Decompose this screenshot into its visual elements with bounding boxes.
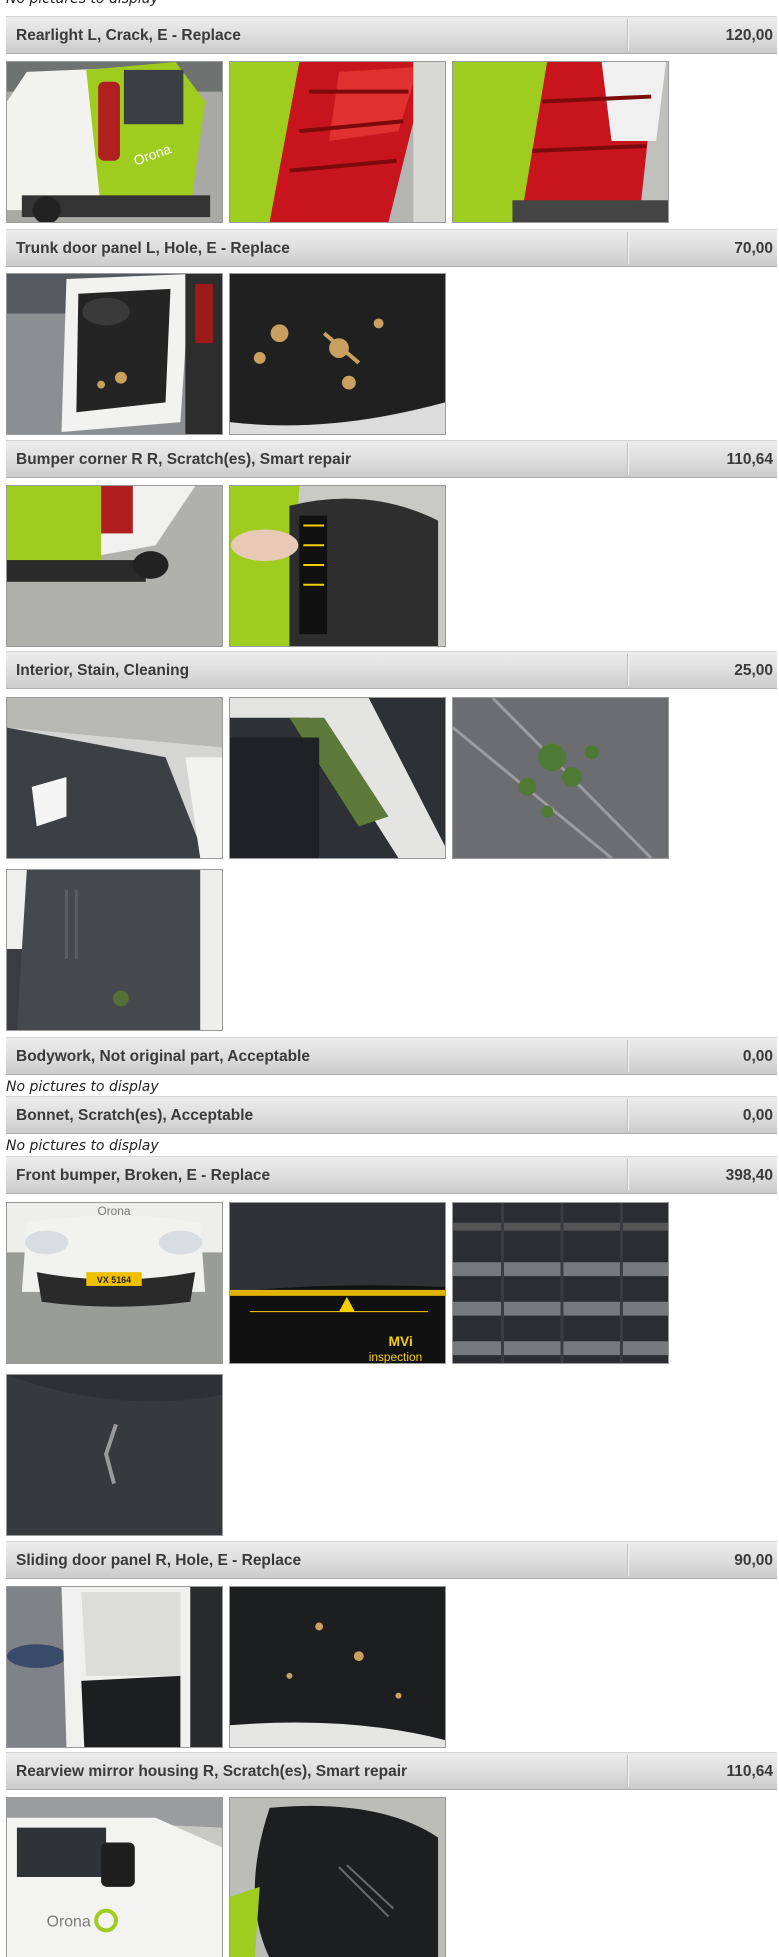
damage-title: Rearview mirror housing R, Scratch(es), …: [16, 1763, 408, 1780]
damage-photo[interactable]: [452, 61, 669, 223]
damage-title: Bumper corner R R, Scratch(es), Smart re…: [16, 451, 352, 468]
damage-photo[interactable]: [452, 697, 669, 859]
damage-title: Interior, Stain, Cleaning: [16, 662, 190, 679]
damage-title: Bodywork, Not original part, Acceptable: [16, 1048, 310, 1065]
no-pictures-note: No pictures to display: [6, 1079, 159, 1095]
damage-row-header[interactable]: Bumper corner R R, Scratch(es), Smart re…: [6, 440, 777, 478]
damage-photo[interactable]: MVi inspection: [229, 1202, 446, 1364]
column-separator: [627, 232, 629, 264]
column-separator: [627, 1159, 629, 1191]
column-separator: [627, 1544, 629, 1576]
damage-amount: 120,00: [725, 27, 773, 44]
damage-title: Bonnet, Scratch(es), Acceptable: [16, 1107, 254, 1124]
damage-row-header[interactable]: Trunk door panel L, Hole, E - Replace 70…: [6, 229, 777, 267]
damage-photo[interactable]: [229, 1586, 446, 1748]
damage-photo[interactable]: Orona: [6, 1797, 223, 1957]
damage-photo[interactable]: [6, 485, 223, 647]
damage-photo[interactable]: [229, 61, 446, 223]
damage-title: Rearlight L, Crack, E - Replace: [16, 27, 241, 44]
damage-photo[interactable]: [229, 1797, 446, 1957]
damage-photo[interactable]: [6, 1586, 223, 1748]
damage-amount: 70,00: [734, 240, 773, 257]
column-separator: [627, 1099, 629, 1131]
van-logo-text: Orona: [97, 1204, 130, 1218]
column-separator: [627, 443, 629, 475]
damage-photo[interactable]: Orona: [6, 61, 223, 223]
damage-row-header[interactable]: Bonnet, Scratch(es), Acceptable 0,00: [6, 1096, 777, 1134]
tape-brand-text: MVi: [389, 1333, 413, 1349]
damage-row-header[interactable]: Front bumper, Broken, E - Replace 398,40: [6, 1156, 777, 1194]
damage-photo[interactable]: [229, 485, 446, 647]
damage-title: Sliding door panel R, Hole, E - Replace: [16, 1552, 302, 1569]
van-logo-text: Orona: [47, 1913, 91, 1930]
column-separator: [627, 654, 629, 686]
no-pictures-note: No pictures to display: [6, 0, 159, 7]
damage-amount: 398,40: [725, 1167, 773, 1184]
column-separator: [627, 19, 629, 51]
damage-photo[interactable]: [6, 1374, 223, 1536]
damage-row-header[interactable]: Sliding door panel R, Hole, E - Replace …: [6, 1541, 777, 1579]
license-plate-text: VX 5164: [97, 1275, 131, 1285]
column-separator: [627, 1040, 629, 1072]
damage-row-header[interactable]: Rearview mirror housing R, Scratch(es), …: [6, 1752, 777, 1790]
damage-title: Front bumper, Broken, E - Replace: [16, 1167, 271, 1184]
damage-row-header[interactable]: Bodywork, Not original part, Acceptable …: [6, 1037, 777, 1075]
damage-amount: 90,00: [734, 1552, 773, 1569]
no-pictures-note: No pictures to display: [6, 1138, 159, 1154]
damage-photo[interactable]: [6, 273, 223, 435]
damage-title: Trunk door panel L, Hole, E - Replace: [16, 240, 290, 257]
damage-amount: 0,00: [742, 1107, 773, 1124]
damage-photo[interactable]: [6, 697, 223, 859]
damage-photo[interactable]: VX 5164 Orona: [6, 1202, 223, 1364]
damage-photo[interactable]: [229, 697, 446, 859]
damage-photo[interactable]: [6, 869, 223, 1031]
damage-photo[interactable]: [452, 1202, 669, 1364]
damage-amount: 110,64: [726, 451, 773, 468]
damage-amount: 0,00: [742, 1048, 773, 1065]
tape-caption-text: inspection: [369, 1350, 422, 1363]
damage-row-header[interactable]: Interior, Stain, Cleaning 25,00: [6, 651, 777, 689]
damage-amount: 110,64: [726, 1763, 773, 1780]
column-separator: [627, 1755, 629, 1787]
damage-row-header[interactable]: Rearlight L, Crack, E - Replace 120,00: [6, 16, 777, 54]
damage-photo[interactable]: [229, 273, 446, 435]
damage-amount: 25,00: [734, 662, 773, 679]
